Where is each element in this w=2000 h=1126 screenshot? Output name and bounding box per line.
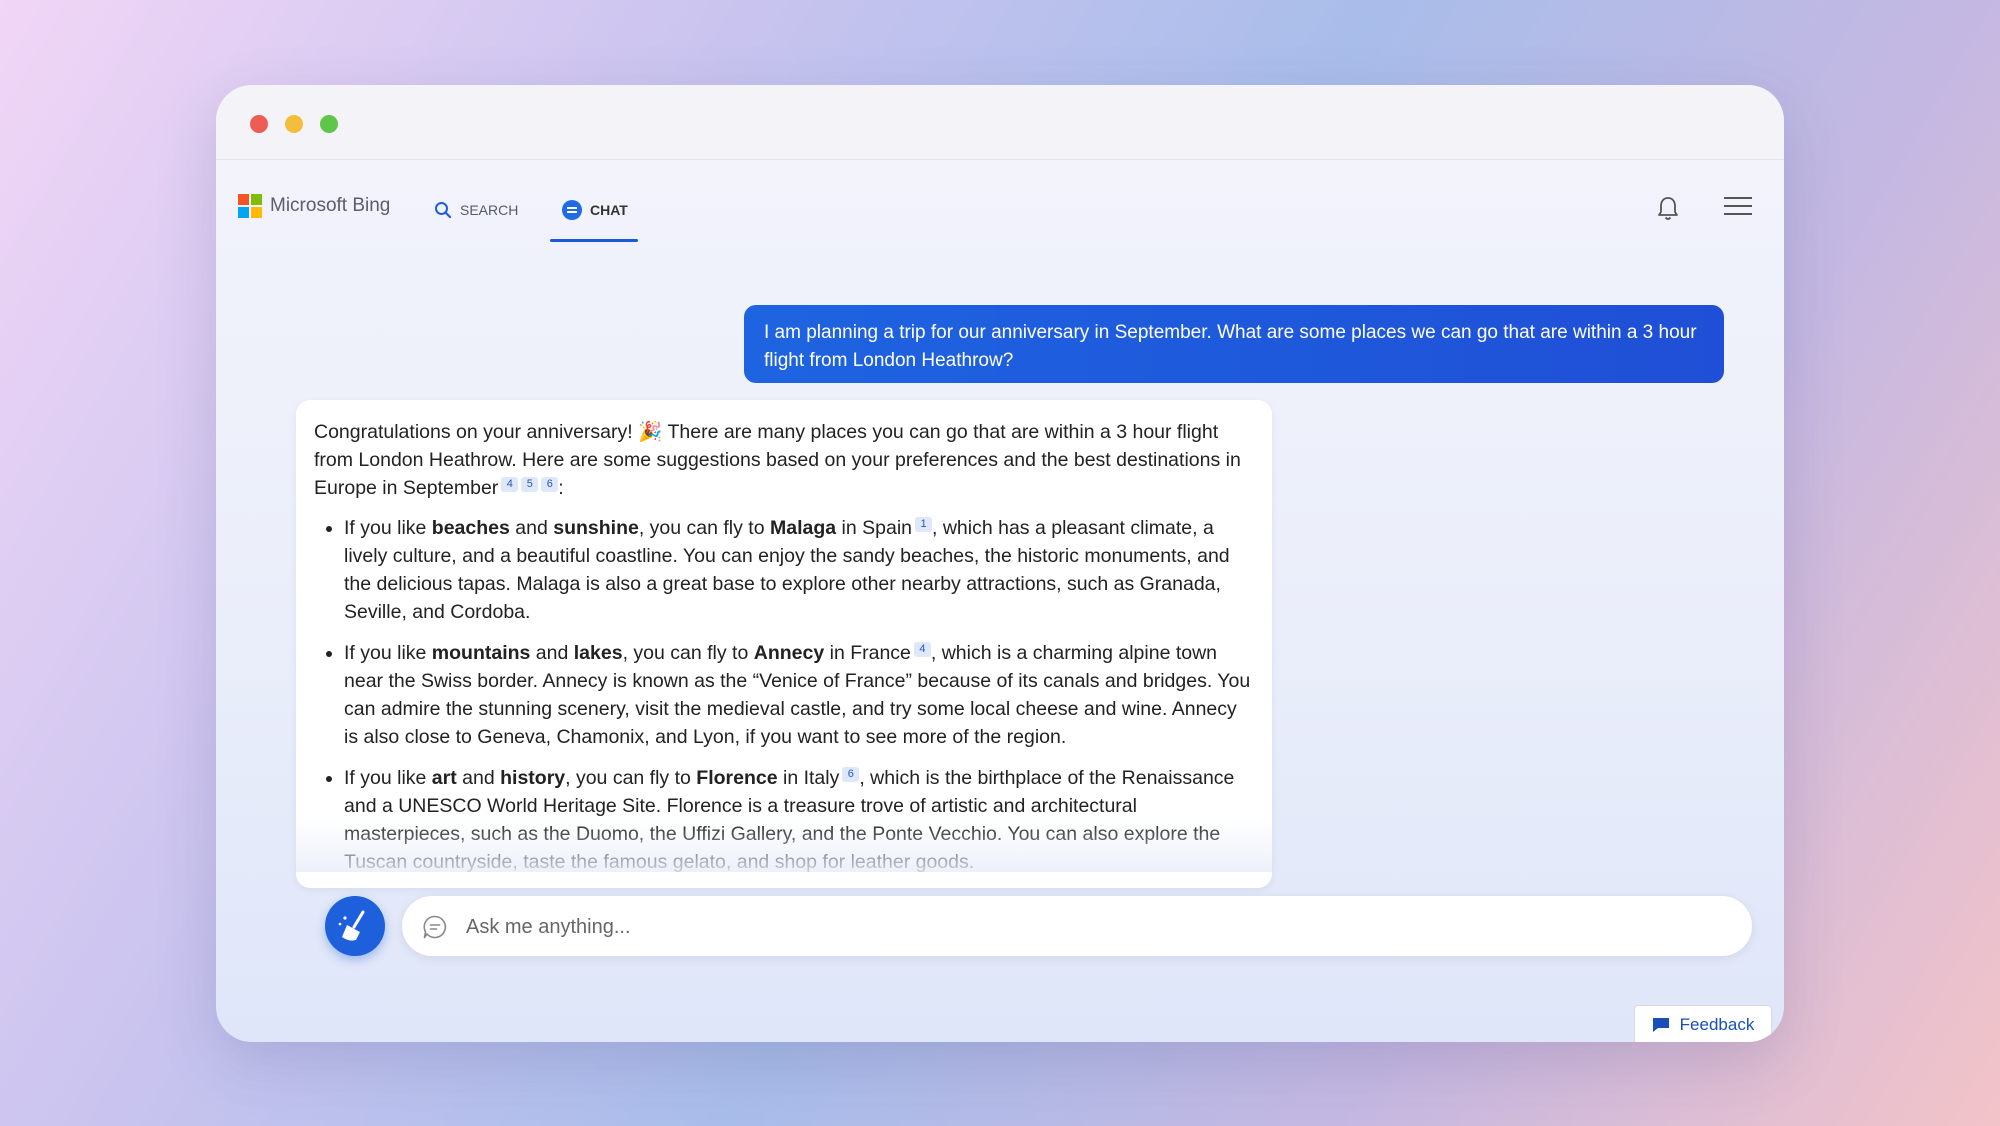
feedback-label: Feedback: [1679, 1014, 1755, 1034]
citation-link[interactable]: 6: [541, 476, 559, 492]
minimize-window-button[interactable]: [285, 115, 303, 133]
user-message-bubble: I am planning a trip for our anniversary…: [744, 305, 1724, 383]
bot-response-bubble: Congratulations on your anniversary! 🎉 T…: [296, 400, 1272, 888]
suggestion-item: If you like beaches and sunshine, you ca…: [344, 514, 1254, 626]
feedback-button[interactable]: Feedback: [1634, 1005, 1772, 1042]
suggestion-item: If you like mountains and lakes, you can…: [344, 639, 1254, 751]
bing-chat-app: Microsoft Bing SEARCH CHAT I am planning…: [216, 160, 1784, 1042]
chat-bubble-icon: [423, 915, 447, 939]
window-titlebar: [216, 85, 1784, 160]
close-window-button[interactable]: [250, 115, 268, 133]
citation-link[interactable]: 6: [842, 766, 860, 782]
citation-link[interactable]: 1: [915, 516, 932, 532]
citation-link[interactable]: 4: [501, 476, 519, 492]
top-navbar: Microsoft Bing SEARCH CHAT: [216, 160, 1784, 250]
tab-search-label: SEARCH: [460, 202, 519, 218]
bing-logo[interactable]: Microsoft Bing: [238, 194, 390, 218]
intro-text: Congratulations on your anniversary!: [314, 421, 633, 443]
bell-icon[interactable]: [1656, 195, 1680, 223]
hamburger-menu-icon[interactable]: [1724, 197, 1752, 217]
citation-link[interactable]: 5: [521, 476, 539, 492]
microsoft-logo-icon: [238, 194, 262, 218]
broom-icon: [338, 910, 365, 941]
chat-icon: [562, 200, 582, 220]
tab-chat-label: CHAT: [590, 202, 628, 218]
feedback-flag-icon: [1652, 1017, 1669, 1032]
tab-search[interactable]: SEARCH: [434, 190, 518, 230]
chat-input[interactable]: [464, 908, 1728, 946]
suggestion-list: If you like beaches and sunshine, you ca…: [314, 514, 1254, 876]
brand-name: Microsoft Bing: [270, 195, 391, 216]
maximize-window-button[interactable]: [320, 115, 338, 133]
new-topic-button[interactable]: [325, 896, 385, 956]
chat-input-container[interactable]: [402, 896, 1752, 956]
browser-window: Microsoft Bing SEARCH CHAT I am planning…: [216, 85, 1784, 1042]
tab-chat[interactable]: CHAT: [550, 190, 638, 242]
party-emoji: 🎉: [638, 421, 663, 443]
intro-colon: :: [558, 477, 564, 499]
search-icon: [435, 202, 452, 219]
bot-intro: Congratulations on your anniversary! 🎉 T…: [314, 418, 1254, 502]
citation-link[interactable]: 4: [913, 641, 931, 657]
suggestion-item: If you like art and history, you can fly…: [344, 764, 1254, 876]
